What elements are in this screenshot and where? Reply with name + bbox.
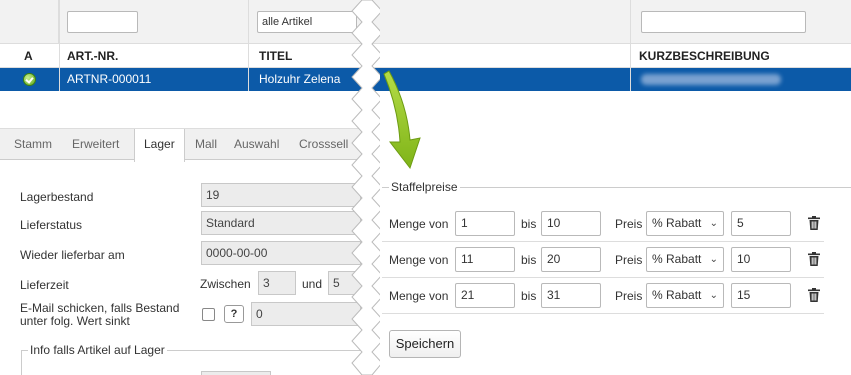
tab-auswahl[interactable]: Auswahl <box>234 129 279 161</box>
row-titel: Holzuhr Zelena <box>259 72 341 86</box>
art-nr-filter-input[interactable] <box>67 11 138 33</box>
price-value-input[interactable]: 15 <box>731 283 791 308</box>
lagerbestand-label: Lagerbestand <box>20 190 94 204</box>
trash-icon[interactable] <box>808 288 820 302</box>
price-type-select[interactable]: % Rabatt ⌄ <box>646 211 724 236</box>
email-threshold-field[interactable]: 0 <box>251 302 361 326</box>
menge-from-input[interactable]: 11 <box>455 247 515 272</box>
lieferstatus-select[interactable]: Standard <box>201 211 361 235</box>
menge-from-input[interactable]: 1 <box>455 211 515 236</box>
bis-label: bis <box>521 289 537 303</box>
lieferzeit-from-field[interactable]: 3 <box>258 271 296 295</box>
chevron-down-icon: ⌄ <box>709 290 718 301</box>
tab-mall[interactable]: Mall <box>195 129 217 161</box>
menge-to-input[interactable]: 20 <box>541 247 601 272</box>
grid-header-row: A ART.-NR. TITEL <box>0 44 372 68</box>
right-panel: KURZBESCHREIBUNG Staffelpreise Menge von… <box>372 0 851 375</box>
zwischen-label: Zwischen <box>200 277 251 291</box>
menge-label: Menge von <box>389 253 449 267</box>
chevron-down-icon: ⌄ <box>709 254 718 265</box>
tab-stamm[interactable]: Stamm <box>14 129 52 161</box>
header-titel[interactable]: TITEL <box>259 49 292 63</box>
price-type-select[interactable]: % Rabatt ⌄ <box>646 283 724 308</box>
menge-to-input[interactable]: 31 <box>541 283 601 308</box>
price-type-select[interactable]: % Rabatt ⌄ <box>646 247 724 272</box>
menge-to-input[interactable]: 10 <box>541 211 601 236</box>
preis-label: Preis <box>615 289 643 303</box>
price-value-input[interactable]: 10 <box>731 247 791 272</box>
kurzbeschreibung-filter-input[interactable] <box>641 11 806 33</box>
tab-crosssell[interactable]: Crosssell <box>299 129 348 161</box>
row-art-nr: ARTNR-000011 <box>67 72 152 86</box>
lagerbestand-field[interactable]: 19 <box>201 183 361 207</box>
blurred-description <box>641 74 781 85</box>
left-panel: alle Artikel A ART.-NR. TITEL ARTNR-0000… <box>0 0 372 375</box>
trash-icon[interactable] <box>808 216 820 230</box>
price-tier-row: Menge von 1 bis 10 Preis % Rabatt ⌄ 5 <box>382 206 824 242</box>
tab-erweitert[interactable]: Erweitert <box>72 129 119 161</box>
email-threshold-label-line2: unter folg. Wert sinkt <box>20 314 130 328</box>
chevron-down-icon: ⌄ <box>709 218 718 229</box>
grid-header-row-right: KURZBESCHREIBUNG <box>372 44 851 68</box>
bis-label: bis <box>521 217 537 231</box>
header-kurzbeschreibung[interactable]: KURZBESCHREIBUNG <box>639 49 770 63</box>
price-type-value: % Rabatt <box>652 288 702 302</box>
table-row[interactable]: ARTNR-000011 Holzuhr Zelena <box>0 68 372 91</box>
wieder-lieferbar-label: Wieder lieferbar am <box>20 248 125 262</box>
price-tier-row: Menge von 11 bis 20 Preis % Rabatt ⌄ 10 <box>382 242 824 278</box>
price-type-value: % Rabatt <box>652 252 702 266</box>
filter-cell-a <box>0 0 59 44</box>
header-a[interactable]: A <box>24 49 33 63</box>
email-threshold-label: E-Mail schicken, falls Bestand unter fol… <box>20 302 179 328</box>
lieferzeit-label: Lieferzeit <box>20 278 69 292</box>
preis-label: Preis <box>615 217 643 231</box>
grid-filter-row-right <box>372 0 851 44</box>
price-type-value: % Rabatt <box>652 216 702 230</box>
lieferzeit-to-field[interactable]: 5 <box>328 271 368 295</box>
menge-label: Menge von <box>389 217 449 231</box>
title-filter-select[interactable]: alle Artikel <box>257 11 357 33</box>
price-tier-row: Menge von 21 bis 31 Preis % Rabatt ⌄ 15 <box>382 278 824 314</box>
save-button[interactable]: Speichern <box>389 330 461 358</box>
grid-filter-row: alle Artikel <box>0 0 372 44</box>
email-threshold-checkbox[interactable] <box>202 308 215 321</box>
bis-label: bis <box>521 253 537 267</box>
preis-label: Preis <box>615 253 643 267</box>
wieder-lieferbar-field[interactable]: 0000-00-00 <box>201 241 361 265</box>
info-field[interactable] <box>201 371 271 375</box>
info-fieldset-legend: Info falls Artikel auf Lager <box>28 343 167 357</box>
trash-icon[interactable] <box>808 252 820 266</box>
column-divider <box>59 0 60 91</box>
menge-label: Menge von <box>389 289 449 303</box>
staffel-legend: Staffelpreise <box>389 180 460 194</box>
column-divider <box>248 0 249 91</box>
menge-from-input[interactable]: 21 <box>455 283 515 308</box>
tab-bar: Stamm Erweitert Lager Mall Auswahl Cross… <box>0 128 372 162</box>
price-value-input[interactable]: 5 <box>731 211 791 236</box>
header-art-nr[interactable]: ART.-NR. <box>67 49 118 63</box>
help-button[interactable]: ? <box>224 305 244 323</box>
und-label: und <box>302 277 323 291</box>
check-circle-icon <box>23 73 36 86</box>
column-divider <box>630 0 631 91</box>
tab-lager[interactable]: Lager <box>134 129 185 162</box>
lieferstatus-label: Lieferstatus <box>20 218 83 232</box>
